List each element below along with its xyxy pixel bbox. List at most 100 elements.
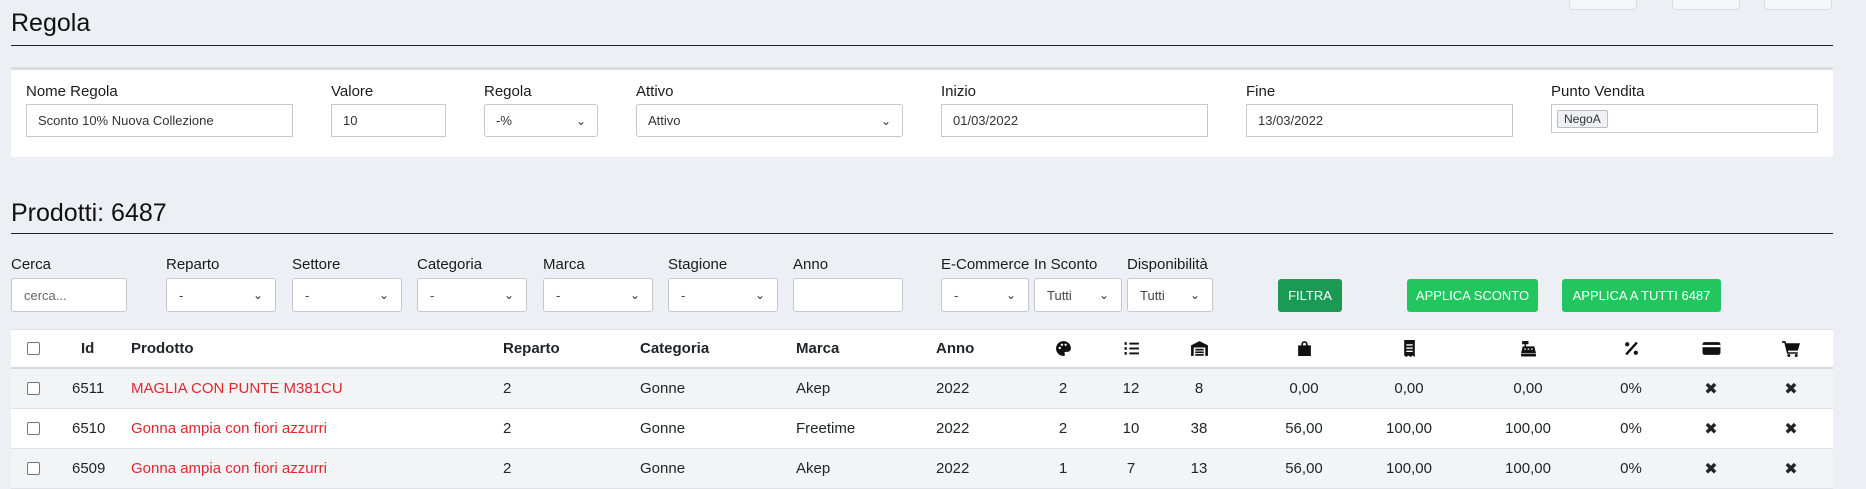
close-icon[interactable]: ✖ bbox=[1779, 449, 1803, 488]
select-value: - bbox=[954, 287, 959, 303]
cell-sizes: 12 bbox=[1122, 380, 1140, 397]
chevron-down-icon: ⌄ bbox=[252, 288, 263, 302]
search-placeholder: cerca... bbox=[24, 287, 67, 303]
start-date-field: Inizio 01/03/2022 bbox=[941, 82, 1208, 137]
availability-select[interactable]: Tutti ⌄ bbox=[1127, 278, 1213, 312]
list-ol-icon[interactable] bbox=[1119, 330, 1143, 367]
ecommerce-select[interactable]: - ⌄ bbox=[941, 278, 1029, 312]
year-input[interactable] bbox=[793, 278, 903, 312]
brand-label: Marca bbox=[543, 256, 585, 273]
cell-colors: 2 bbox=[1058, 420, 1068, 437]
close-icon[interactable]: ✖ bbox=[1779, 369, 1803, 408]
row-checkbox[interactable] bbox=[27, 462, 40, 475]
label: Regola bbox=[484, 83, 532, 100]
product-link[interactable]: Gonna ampia con fiori azzurri bbox=[131, 409, 327, 448]
cell-department: 2 bbox=[503, 380, 512, 397]
select-value: Tutti bbox=[1140, 287, 1165, 303]
chevron-down-icon: ⌄ bbox=[503, 288, 514, 302]
col-product[interactable]: Prodotto bbox=[131, 330, 193, 367]
table-row[interactable]: 6511 MAGLIA CON PUNTE M381CU 2 Gonne Ake… bbox=[11, 369, 1833, 409]
rule-name-input[interactable]: Sconto 10% Nuova Collezione bbox=[26, 104, 293, 137]
palette-icon[interactable] bbox=[1051, 330, 1075, 367]
brand-select[interactable]: - ⌄ bbox=[543, 278, 653, 312]
top-action-button-3[interactable] bbox=[1764, 0, 1832, 10]
sector-label: Settore bbox=[292, 256, 341, 273]
product-link[interactable]: MAGLIA CON PUNTE M381CU bbox=[131, 369, 343, 408]
label: Inizio bbox=[941, 83, 977, 100]
rule-type-select[interactable]: -% ⌄ bbox=[484, 104, 598, 137]
search-label: Cerca bbox=[11, 256, 52, 273]
col-category[interactable]: Categoria bbox=[640, 330, 709, 367]
chevron-down-icon: ⌄ bbox=[1189, 288, 1200, 302]
chevron-down-icon: ⌄ bbox=[575, 113, 586, 128]
cell-discount: 0% bbox=[1620, 420, 1642, 437]
active-field: Attivo Attivo ⌄ bbox=[636, 82, 903, 137]
rule-type-field: Regola -% ⌄ bbox=[484, 82, 598, 137]
start-date-input[interactable]: 01/03/2022 bbox=[941, 104, 1208, 137]
value-input[interactable]: 10 bbox=[331, 104, 446, 137]
category-select[interactable]: - ⌄ bbox=[417, 278, 527, 312]
product-link[interactable]: Gonna ampia con fiori azzurri bbox=[131, 449, 327, 488]
cell-list-price: 100,00 bbox=[1386, 460, 1432, 477]
cell-store-price: 100,00 bbox=[1505, 460, 1551, 477]
credit-card-icon[interactable] bbox=[1699, 330, 1723, 367]
cell-id: 6511 bbox=[72, 380, 105, 397]
apply-discount-button[interactable]: APPLICA SCONTO bbox=[1407, 279, 1538, 312]
select-value: - bbox=[430, 287, 435, 303]
category-label: Categoria bbox=[417, 256, 483, 273]
search-input[interactable]: cerca... bbox=[11, 278, 127, 312]
shopping-bag-icon[interactable] bbox=[1292, 330, 1316, 367]
close-icon[interactable]: ✖ bbox=[1699, 409, 1723, 448]
cell-category: Gonne bbox=[640, 420, 686, 437]
department-select[interactable]: - ⌄ bbox=[166, 278, 276, 312]
store-tag[interactable]: NegoA bbox=[1557, 109, 1608, 128]
col-id[interactable]: Id bbox=[81, 330, 94, 367]
label: Punto Vendita bbox=[1551, 83, 1645, 100]
table-row[interactable]: 6509 Gonna ampia con fiori azzurri 2 Gon… bbox=[11, 449, 1833, 489]
cell-id: 6510 bbox=[72, 420, 106, 437]
select-value: - bbox=[556, 287, 561, 303]
store-multiselect[interactable]: NegoA bbox=[1551, 104, 1818, 133]
table-row[interactable]: 6510 Gonna ampia con fiori azzurri 2 Gon… bbox=[11, 409, 1833, 449]
col-year[interactable]: Anno bbox=[936, 330, 974, 367]
col-department[interactable]: Reparto bbox=[503, 330, 560, 367]
top-action-button-1[interactable] bbox=[1569, 0, 1637, 10]
chevron-down-icon: ⌄ bbox=[1005, 288, 1016, 302]
cell-year: 2022 bbox=[936, 420, 970, 437]
col-brand[interactable]: Marca bbox=[796, 330, 839, 367]
cell-brand: Akep bbox=[796, 380, 831, 397]
department-label: Reparto bbox=[166, 256, 220, 273]
sector-select[interactable]: - ⌄ bbox=[292, 278, 402, 312]
on-sale-select[interactable]: Tutti ⌄ bbox=[1034, 278, 1122, 312]
cart-icon[interactable] bbox=[1779, 330, 1803, 367]
close-icon[interactable]: ✖ bbox=[1779, 409, 1803, 448]
rule-title: Regola bbox=[11, 9, 91, 37]
apply-all-button[interactable]: APPLICA A TUTTI 6487 bbox=[1562, 279, 1721, 312]
rule-name-field: Nome Regola Sconto 10% Nuova Collezione bbox=[26, 82, 293, 137]
cell-discount: 0% bbox=[1620, 380, 1642, 397]
receipt-icon[interactable] bbox=[1397, 330, 1421, 367]
close-icon[interactable]: ✖ bbox=[1699, 449, 1723, 488]
active-select[interactable]: Attivo ⌄ bbox=[636, 104, 903, 137]
select-all-cell bbox=[27, 330, 40, 367]
top-action-button-2[interactable] bbox=[1672, 0, 1740, 10]
ecommerce-label: E-Commerce bbox=[941, 256, 1030, 273]
close-icon[interactable]: ✖ bbox=[1699, 369, 1723, 408]
end-date-input[interactable]: 13/03/2022 bbox=[1246, 104, 1513, 137]
row-checkbox[interactable] bbox=[27, 382, 40, 395]
percent-icon[interactable] bbox=[1619, 330, 1643, 367]
chevron-down-icon: ⌄ bbox=[378, 288, 389, 302]
cell-stock: 8 bbox=[1194, 380, 1204, 397]
cell-cost: 0,00 bbox=[1289, 380, 1319, 397]
row-checkbox[interactable] bbox=[27, 422, 40, 435]
warehouse-icon[interactable] bbox=[1187, 330, 1211, 367]
chevron-down-icon: ⌄ bbox=[629, 288, 640, 302]
filter-button[interactable]: FILTRA bbox=[1278, 279, 1342, 312]
select-all-checkbox[interactable] bbox=[27, 342, 40, 355]
cash-register-icon[interactable] bbox=[1516, 330, 1540, 367]
season-select[interactable]: - ⌄ bbox=[668, 278, 778, 312]
cell-list-price: 100,00 bbox=[1386, 420, 1432, 437]
cell-store-price: 0,00 bbox=[1513, 380, 1543, 397]
chevron-down-icon: ⌄ bbox=[1098, 288, 1109, 302]
season-label: Stagione bbox=[668, 256, 728, 273]
